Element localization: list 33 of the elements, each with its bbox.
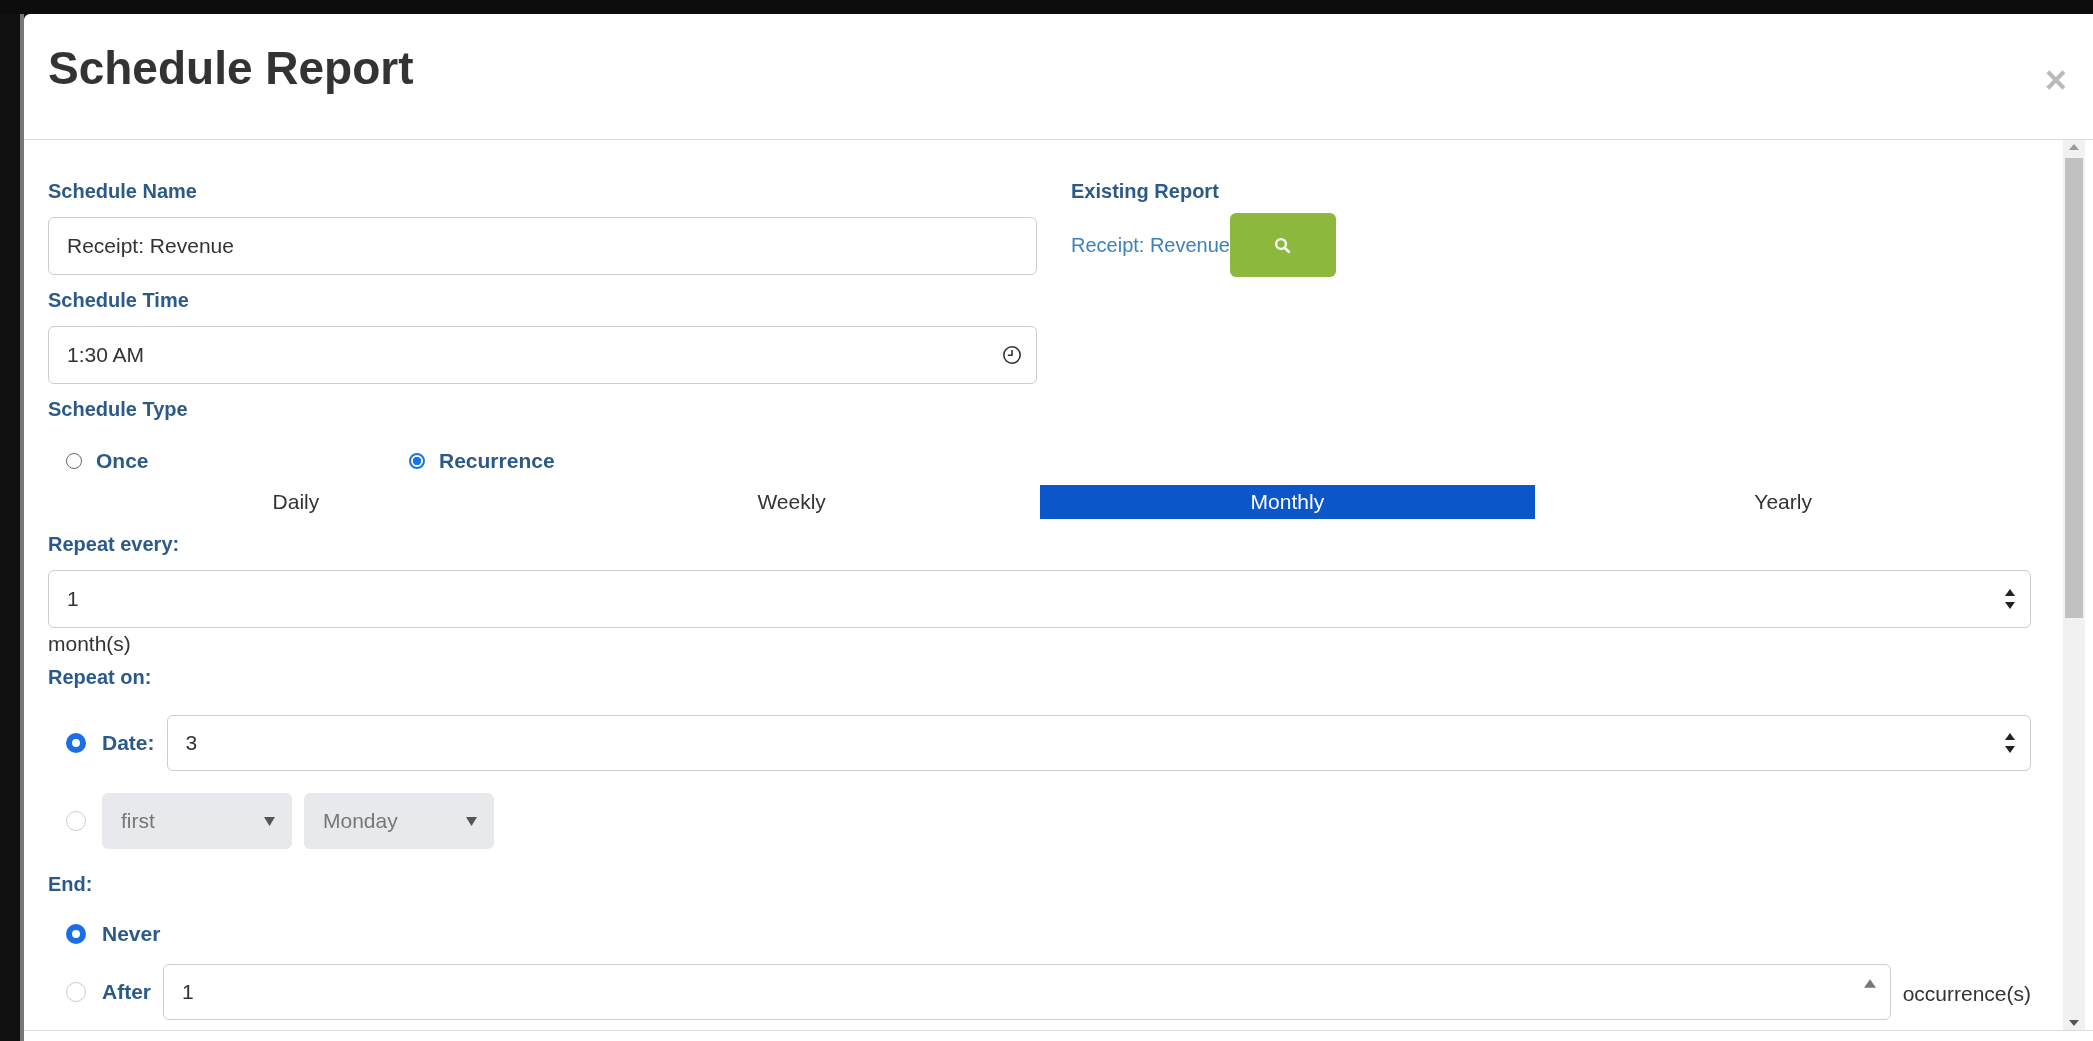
spinner-icon <box>1863 979 1876 988</box>
report-link[interactable]: Receipt: Revenue <box>1071 233 1230 257</box>
radio-label: Recurrence <box>439 449 555 473</box>
clock-icon <box>1002 345 1022 365</box>
unit-text: occurrence(s) <box>1902 982 2031 1006</box>
scroll-up-icon <box>2069 144 2079 150</box>
caret-icon <box>264 816 275 826</box>
scrollbar[interactable] <box>2063 140 2085 1030</box>
radio-button[interactable] <box>409 453 425 469</box>
field-label: Schedule Time <box>48 289 189 312</box>
radio-label: After <box>102 980 151 1004</box>
field-label: End: <box>48 873 93 896</box>
field-label: Schedule Name <box>48 180 197 203</box>
scroll-down-icon <box>2069 1020 2079 1026</box>
repeat-every-field[interactable]: 1 <box>48 570 2031 628</box>
occurrences-field[interactable]: 1 <box>163 964 1891 1020</box>
radio-label: Never <box>102 922 161 946</box>
radio-button[interactable] <box>66 924 86 944</box>
radio-button[interactable] <box>66 733 86 753</box>
radio-label: Once <box>96 449 149 473</box>
unit-text: month(s) <box>48 632 131 656</box>
schedule-time-field[interactable]: 1:30 AM <box>48 326 1037 384</box>
field-label: Schedule Type <box>48 398 188 421</box>
dialog-title: Schedule Report <box>48 40 414 95</box>
schedule-name-field[interactable]: Receipt: Revenue <box>48 217 1037 275</box>
field-label: Repeat every: <box>48 533 180 556</box>
search-icon <box>1274 236 1292 254</box>
frequency-tab[interactable]: Monthly <box>1039 485 1536 519</box>
radio-label: Date: <box>102 731 155 755</box>
field-label: Repeat on: <box>48 666 152 689</box>
caret-icon <box>466 816 477 826</box>
date-field[interactable]: 3 <box>166 715 2031 771</box>
field-label: Existing Report <box>1071 180 1219 203</box>
